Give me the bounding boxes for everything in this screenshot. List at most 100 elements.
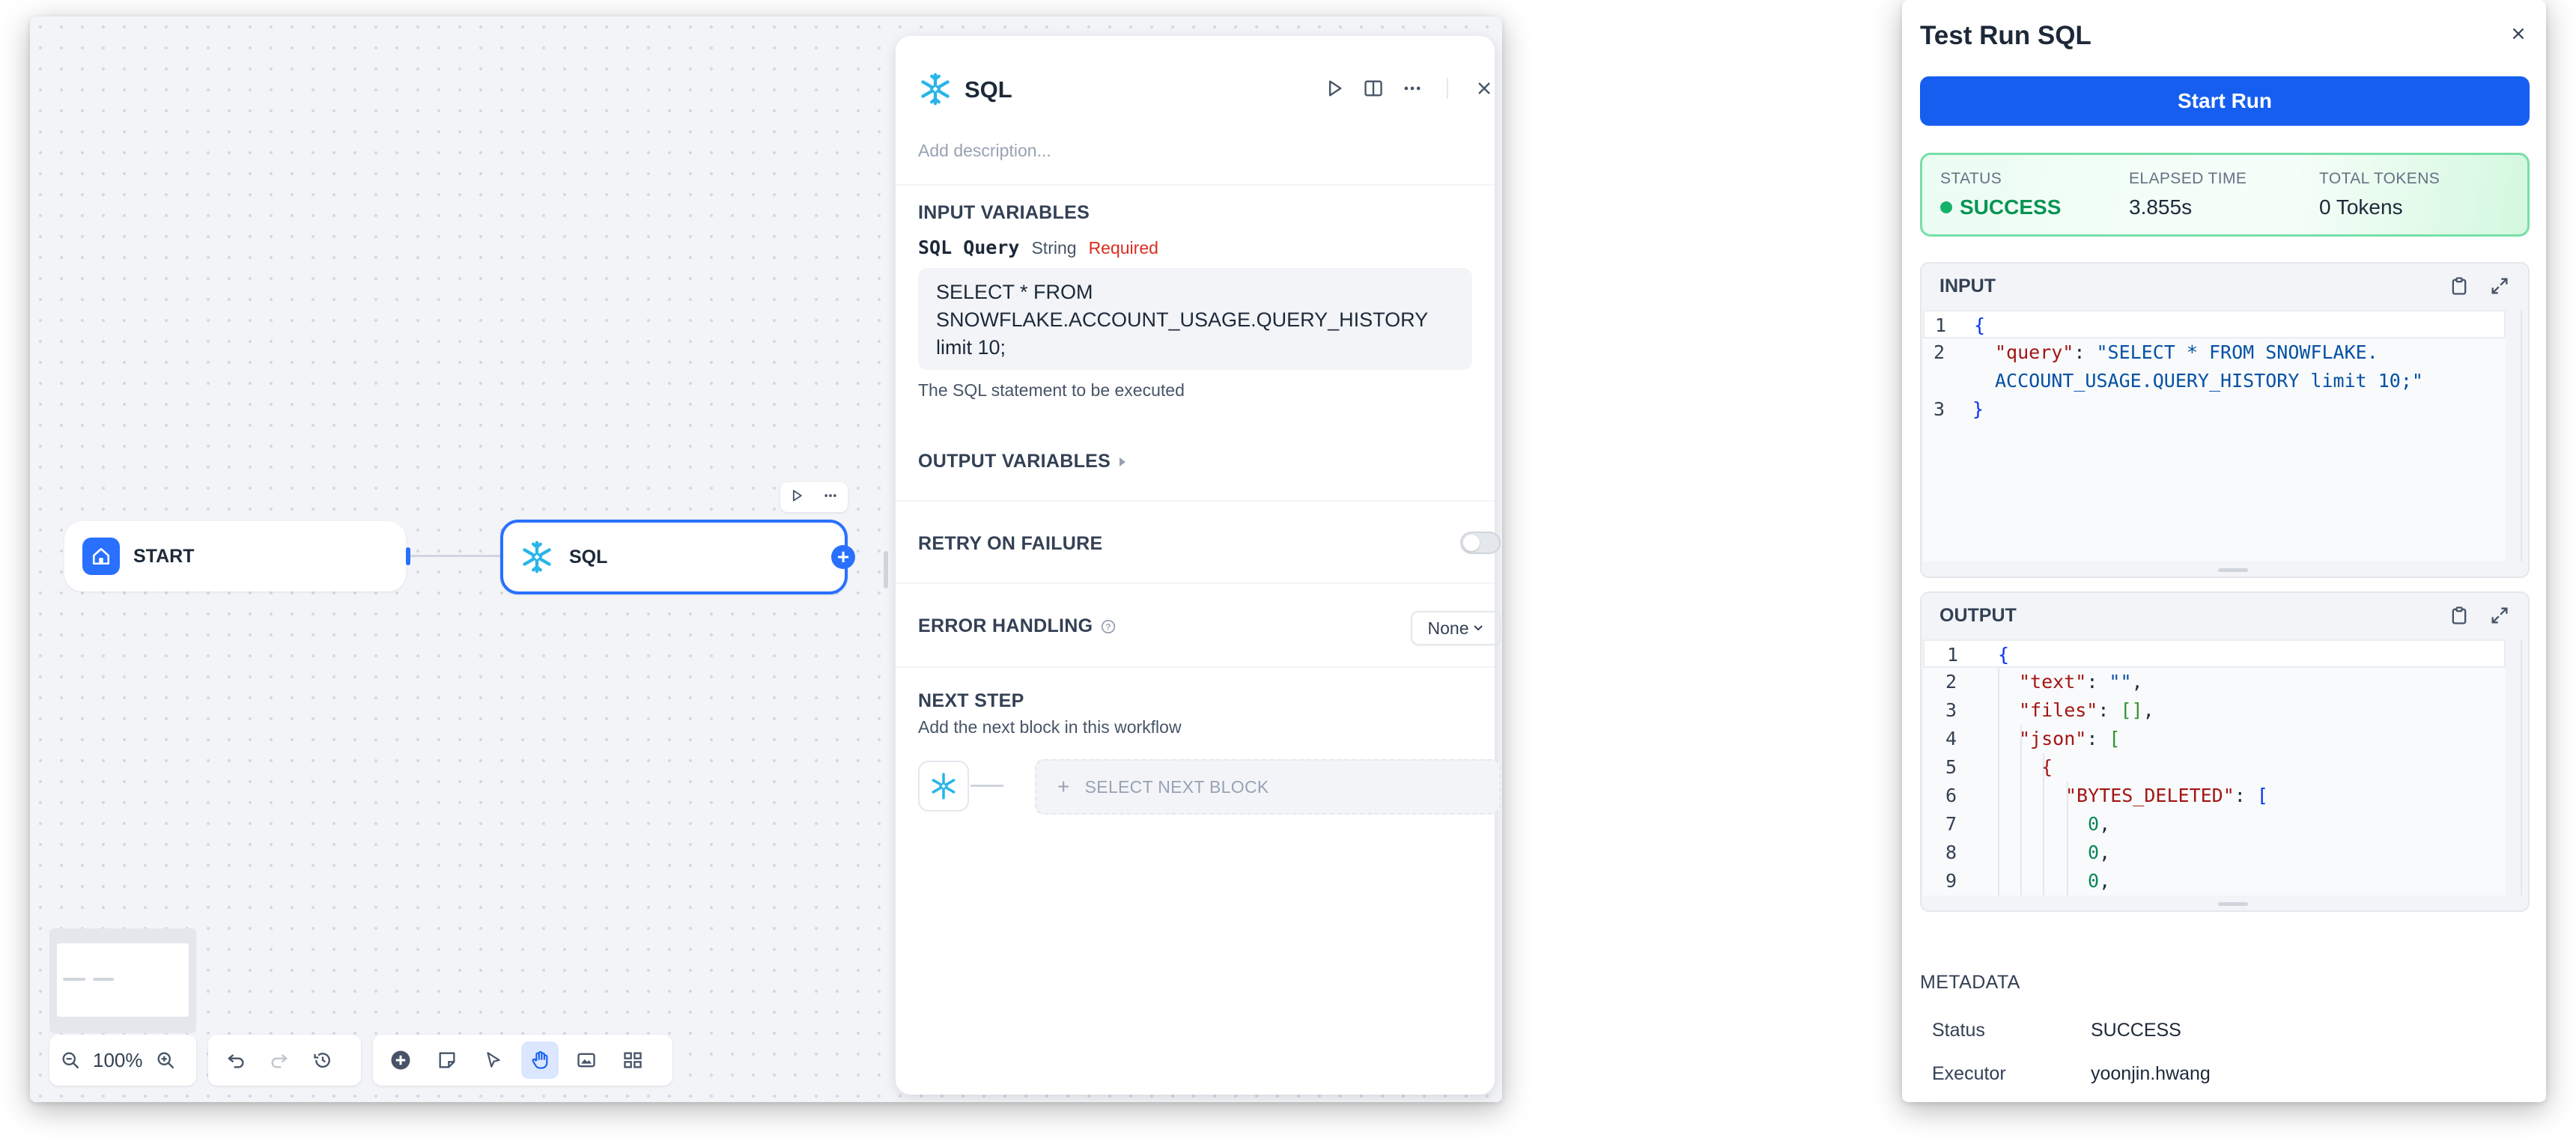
chevron-down-icon (1474, 625, 1483, 631)
code-line: 8 0, (1945, 842, 2111, 863)
panel-more-icon[interactable] (1402, 78, 1423, 103)
minimap[interactable] (49, 928, 196, 1033)
redo-button[interactable] (261, 1041, 298, 1079)
code-line: 2 "query": "SELECT * FROM SNOWFLAKE. (1933, 341, 2378, 363)
expand-icon[interactable] (2489, 276, 2510, 300)
info-icon[interactable]: ? (1100, 618, 1117, 635)
metadata-label: Status (1932, 1020, 1985, 1041)
header-divider (1447, 78, 1448, 99)
status-value: SUCCESS (1960, 195, 2062, 219)
output-variables-toggle[interactable]: OUTPUT VARIABLES (918, 451, 1127, 472)
version-history-button[interactable] (304, 1041, 341, 1079)
input-tools (2449, 276, 2510, 300)
zoom-in-button[interactable] (151, 1041, 180, 1079)
zoom-toolbar: 100% (49, 1035, 196, 1086)
tools-toolbar (373, 1035, 672, 1086)
run-status-card: STATUS SUCCESS ELAPSED TIME 3.855s TOTAL… (1920, 153, 2530, 237)
close-icon[interactable] (2509, 24, 2528, 47)
snowflake-icon (518, 538, 556, 576)
hand-icon (532, 1050, 548, 1069)
add-note-button[interactable] (428, 1041, 466, 1079)
metadata-value: SUCCESS (2091, 1020, 2181, 1041)
error-handling-title: ERROR HANDLING (918, 615, 1093, 636)
output-title: OUTPUT (1939, 605, 2017, 626)
sql-node-label: SQL (569, 546, 608, 568)
divider (896, 184, 1495, 186)
export-image-button[interactable] (568, 1041, 605, 1079)
minimap-node (93, 978, 114, 981)
toggle-knob (1463, 535, 1480, 551)
pointer-mode-button[interactable] (475, 1041, 512, 1079)
plus-icon: + (1057, 775, 1070, 798)
input-panel: INPUT 1{ 2 "query": "SELECT * FROM SNOWFL… (1920, 262, 2530, 578)
close-icon[interactable] (1474, 78, 1495, 103)
select-next-block-button[interactable]: + SELECT NEXT BLOCK (1035, 759, 1501, 815)
output-resize-grip[interactable] (2218, 902, 2248, 906)
variable-type: String (1031, 238, 1077, 258)
history-icon (314, 1053, 330, 1068)
sql-query-input[interactable]: SELECT * FROM SNOWFLAKE.ACCOUNT_USAGE.QU… (918, 268, 1472, 370)
split-view-icon[interactable] (1363, 78, 1384, 103)
sql-node[interactable]: SQL (500, 520, 848, 594)
error-handling-row: ERROR HANDLING ? (918, 615, 1117, 637)
error-handling-select[interactable]: None (1411, 611, 1501, 645)
input-variables-title: INPUT VARIABLES (918, 202, 1090, 223)
run-node-play-icon[interactable] (789, 488, 804, 507)
status-label: STATUS (1940, 170, 2002, 187)
panel-resize-handle[interactable] (884, 551, 888, 588)
output-panel: OUTPUT 1{ 2 "text": "", 3 "files": [], 4 "j… (1920, 591, 2530, 912)
add-node-button[interactable] (382, 1041, 419, 1079)
elapsed-label: ELAPSED TIME (2129, 170, 2247, 187)
code-line: 6 "BYTES_DELETED": [ (1945, 785, 2268, 806)
test-run-window: Test Run SQL Start Run STATUS SUCCESS EL… (1902, 0, 2546, 1102)
code-line: 7 0, (1945, 813, 2111, 835)
input-resize-grip[interactable] (2218, 568, 2248, 572)
node-more-icon[interactable] (821, 488, 839, 507)
retry-on-failure-toggle[interactable] (1460, 532, 1501, 554)
workflow-editor-window: START SQL + 100% SQL Add description... … (30, 16, 1502, 1102)
output-scrollbar[interactable] (2521, 639, 2522, 895)
home-icon (82, 538, 120, 575)
copy-icon[interactable] (2449, 605, 2470, 630)
minimap-viewport[interactable] (57, 943, 189, 1017)
zoom-in-icon (157, 1052, 174, 1069)
divider (896, 582, 1495, 584)
divider (896, 500, 1495, 502)
undo-icon (228, 1054, 244, 1068)
code-line: ACCOUNT_USAGE.QUERY_HISTORY limit 10;" (1995, 370, 2423, 392)
test-run-title: Test Run SQL (1920, 21, 2092, 50)
run-step-play-icon[interactable] (1324, 78, 1345, 103)
expand-icon[interactable] (2489, 605, 2510, 630)
copy-icon[interactable] (2449, 276, 2470, 300)
input-title: INPUT (1939, 276, 1996, 296)
input-code-viewer[interactable]: 1{ 2 "query": "SELECT * FROM SNOWFLAKE. A… (1923, 310, 2506, 562)
pointer-icon (487, 1052, 500, 1068)
code-line: 1{ (1923, 639, 2506, 668)
redo-icon (271, 1054, 288, 1068)
zoom-out-button[interactable] (55, 1041, 85, 1079)
output-code-viewer[interactable]: 1{ 2 "text": "", 3 "files": [], 4 "json": [… (1923, 639, 2506, 895)
retry-on-failure-title: RETRY ON FAILURE (918, 533, 1103, 554)
undo-button[interactable] (217, 1041, 255, 1079)
panel-header: SQL (896, 63, 1495, 118)
start-run-button[interactable]: Start Run (1920, 76, 2530, 126)
hand-mode-button[interactable] (521, 1041, 559, 1079)
tokens-label: TOTAL TOKENS (2319, 170, 2440, 187)
status-dot-icon (1940, 201, 1952, 213)
status-stat: STATUS SUCCESS (1940, 170, 2061, 219)
next-block-connector (970, 785, 1003, 787)
start-node-label: START (133, 545, 195, 567)
zoom-level[interactable]: 100% (88, 1049, 148, 1072)
code-line: 5{ (1945, 756, 2053, 778)
start-node[interactable]: START (64, 521, 406, 591)
organize-blocks-button[interactable] (614, 1041, 651, 1079)
code-line: 1{ (1923, 310, 2506, 338)
sql-query-help: The SQL statement to be executed (918, 380, 1185, 400)
description-input[interactable]: Add description... (918, 141, 1051, 161)
input-scrollbar[interactable] (2521, 310, 2522, 562)
required-badge: Required (1088, 238, 1158, 258)
node-toolbar (780, 482, 848, 512)
error-handling-value: None (1427, 618, 1469, 638)
add-next-node-button[interactable]: + (831, 545, 855, 569)
elapsed-stat: ELAPSED TIME 3.855s (2129, 170, 2247, 219)
